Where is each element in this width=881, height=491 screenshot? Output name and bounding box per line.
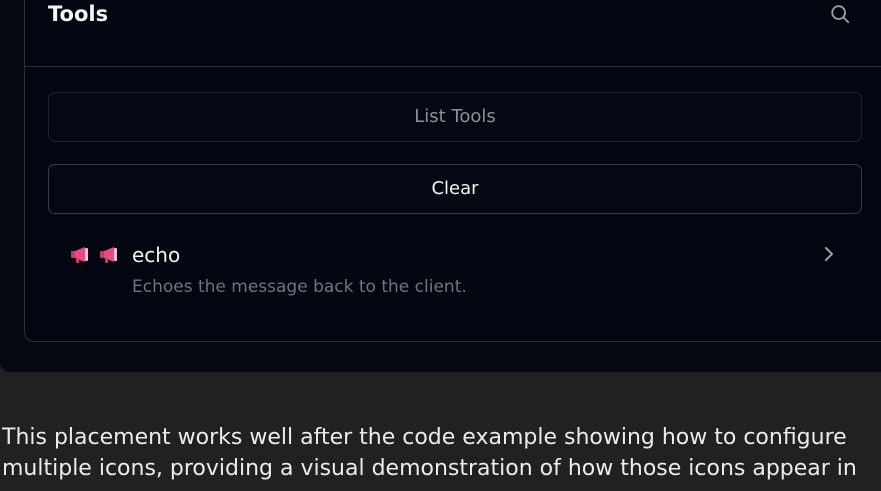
search-icon[interactable] [829, 3, 851, 25]
tool-item-echo[interactable]: echo Echoes the message back to the clie… [48, 236, 862, 306]
tool-description: Echoes the message back to the client. [132, 277, 467, 297]
chevron-right-icon[interactable] [821, 245, 837, 263]
tool-icons [70, 246, 119, 264]
tools-panel-frame: Tools List Tools Clear echo Echoes the m… [0, 0, 881, 372]
panel-title: Tools [48, 2, 109, 26]
list-tools-button[interactable]: List Tools [48, 92, 862, 142]
tools-card: Tools List Tools Clear echo Echoes the m… [24, 0, 881, 342]
tools-card-header: Tools [25, 1, 881, 67]
megaphone-icon [100, 247, 117, 263]
article-paragraph: This placement works well after the code… [2, 425, 857, 481]
tool-name: echo [132, 243, 181, 267]
megaphone-icon [71, 247, 88, 263]
clear-button[interactable]: Clear [48, 164, 862, 214]
